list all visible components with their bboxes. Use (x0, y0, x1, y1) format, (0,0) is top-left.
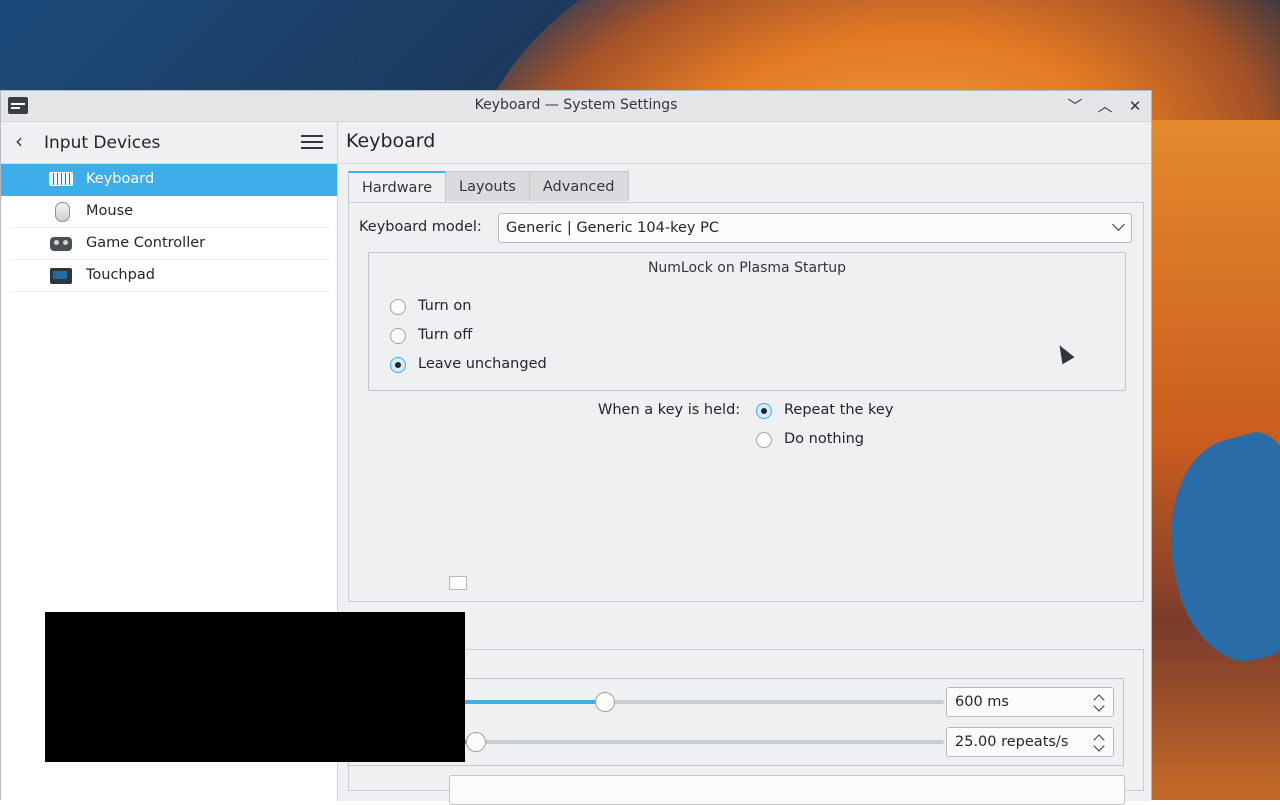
sidebar-item-touchpad[interactable]: Touchpad (11, 260, 329, 292)
sidebar-item-game-controller[interactable]: Game Controller (11, 228, 329, 260)
back-arrow-icon[interactable]: ‹ (15, 131, 35, 152)
keyboard-model-select[interactable]: Generic | Generic 104-key PC (498, 213, 1132, 243)
gamepad-icon (50, 237, 72, 251)
delay-slider-handle[interactable] (594, 692, 615, 712)
sidebar-item-label: Mouse (86, 203, 134, 219)
keyboard-model-value: Generic | Generic 104-key PC (506, 220, 719, 236)
radio-label: Leave unchanged (418, 356, 547, 372)
hardware-panel: Keyboard model: Generic | Generic 104-ke… (348, 202, 1144, 602)
delay-value: 600 ms (955, 694, 1009, 710)
sidebar-item-label: Keyboard (86, 171, 155, 187)
page-title: Keyboard (346, 130, 436, 152)
radio-label: Do nothing (784, 431, 865, 447)
sidebar-item-label: Game Controller (86, 235, 206, 251)
keyboard-model-label: Keyboard model: (359, 219, 482, 235)
hamburger-menu-icon[interactable] (301, 135, 323, 151)
numlock-group-title: NumLock on Plasma Startup (647, 260, 847, 276)
tab-advanced[interactable]: Advanced (528, 171, 629, 201)
radio-label: Turn off (418, 327, 473, 343)
test-area-checkbox[interactable] (449, 576, 467, 590)
sidebar-header: ‹ Input Devices (1, 122, 337, 164)
keyboard-icon (49, 172, 73, 186)
sidebar-item-mouse[interactable]: Mouse (11, 196, 329, 228)
sidebar-item-label: Touchpad (86, 267, 155, 283)
tab-layouts[interactable]: Layouts (445, 171, 530, 201)
rate-spinbox[interactable]: 25.00 repeats/s (946, 727, 1114, 757)
chevron-down-icon (1112, 218, 1125, 231)
close-button[interactable]: ✕ (1123, 94, 1147, 118)
rate-value: 25.00 repeats/s (955, 734, 1069, 750)
numlock-group: NumLock on Plasma Startup Turn on Turn o… (368, 252, 1126, 391)
radio-label: Turn on (418, 298, 472, 314)
maximize-button[interactable]: ︿ (1093, 94, 1117, 118)
title-bar[interactable]: Keyboard — System Settings ﹀ ︿ ✕ (1, 91, 1151, 122)
key-held-label: When a key is held: (598, 402, 741, 418)
window-title: Keyboard — System Settings (474, 97, 678, 113)
delay-spinbox[interactable]: 600 ms (946, 687, 1114, 717)
test-area-input[interactable] (449, 775, 1125, 805)
radio-label: Repeat the key (784, 402, 894, 418)
tab-bar: Hardware Layouts Advanced (348, 171, 629, 203)
tab-hardware[interactable]: Hardware (348, 171, 447, 203)
rate-slider-handle[interactable] (466, 732, 486, 752)
minimize-button[interactable]: ﹀ (1063, 94, 1087, 118)
mouse-icon (55, 202, 70, 222)
sidebar-heading: Input Devices (44, 133, 161, 153)
touchpad-icon (50, 268, 72, 284)
redacted-region (45, 612, 465, 762)
sidebar-item-keyboard[interactable]: Keyboard (1, 164, 337, 196)
